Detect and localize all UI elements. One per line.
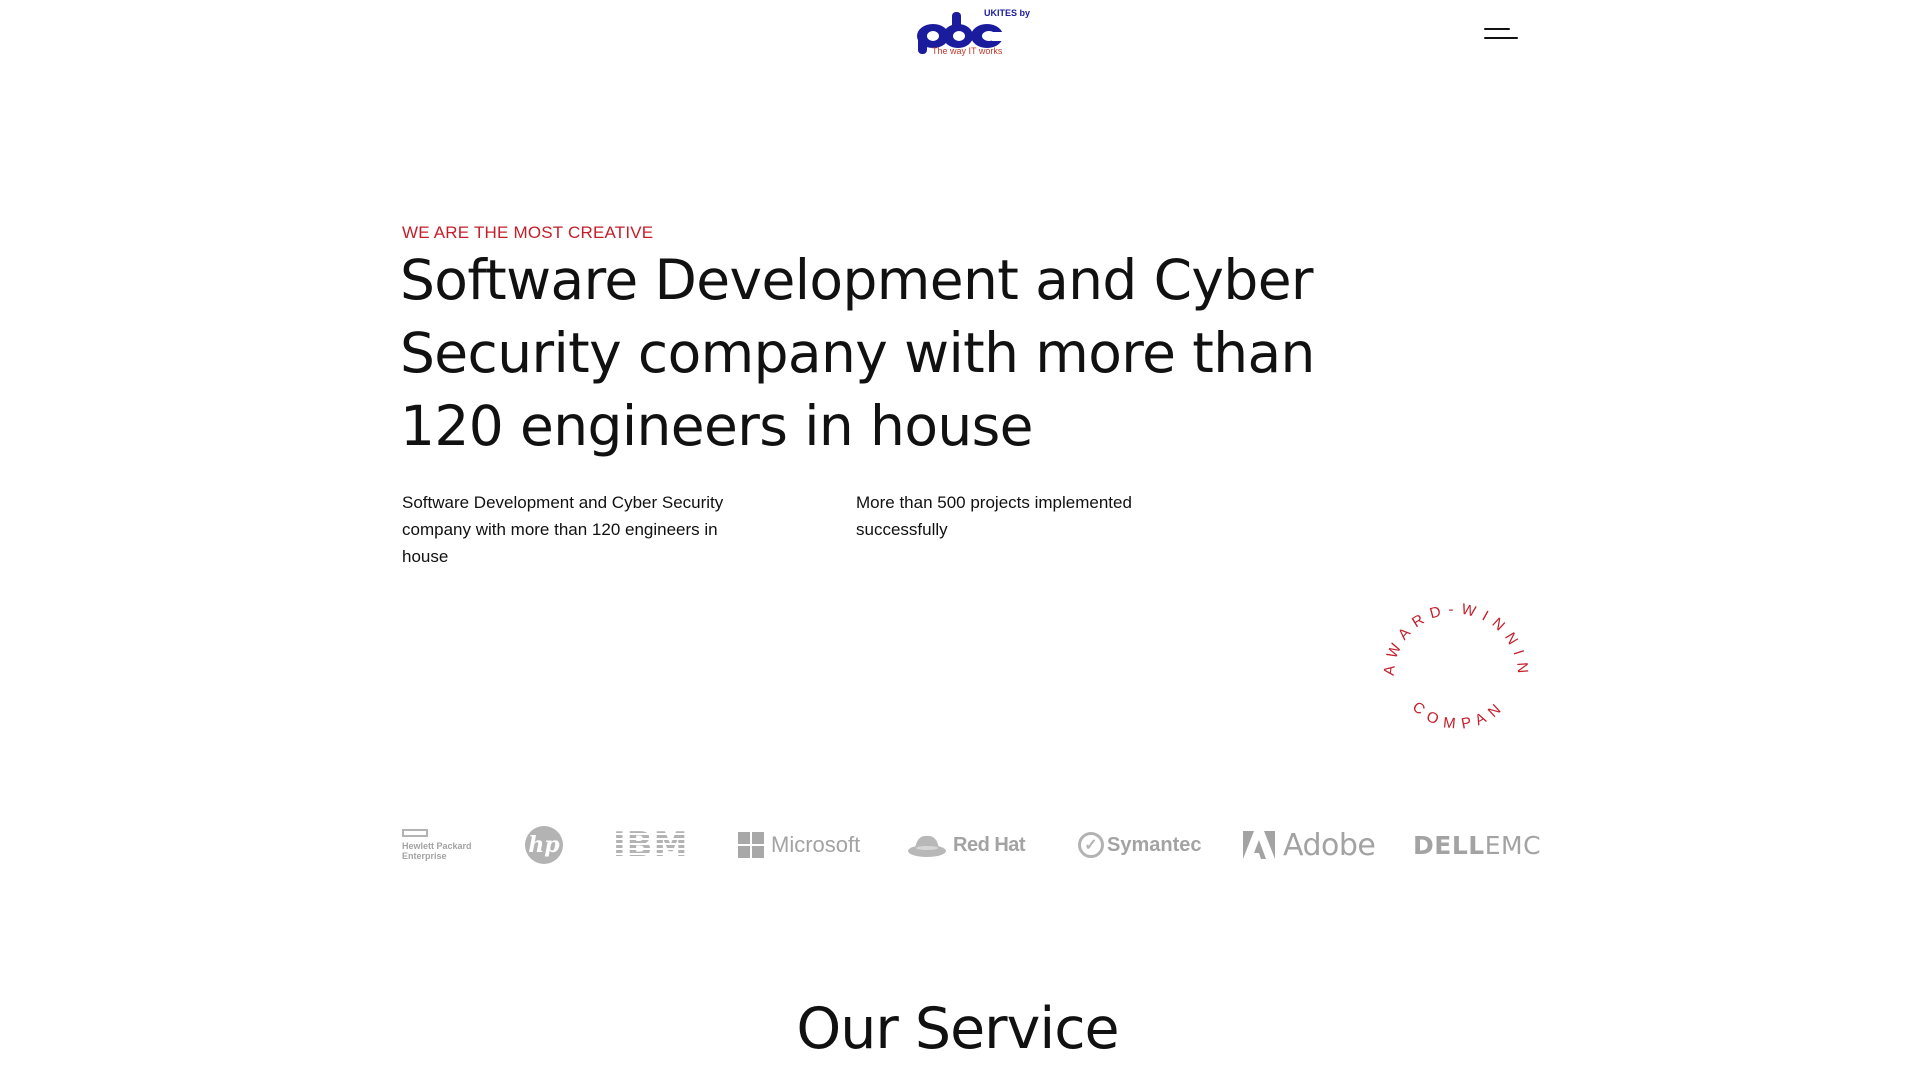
hero-eyebrow: WE ARE THE MOST CREATIVE <box>402 223 654 242</box>
check-icon: ✓ <box>1078 832 1104 858</box>
microsoft-logo: Microsoft <box>738 810 860 880</box>
hpe-bar-icon <box>402 829 428 837</box>
logo-top-text: UKITES by <box>984 8 1031 18</box>
microsoft-logo-text: Microsoft <box>771 832 861 857</box>
symantec-logo-text: Symantec <box>1107 833 1202 856</box>
ibm-stripes: IBM <box>613 825 689 865</box>
ibm-logo: IBM <box>613 810 689 880</box>
menu-bar-top <box>1484 28 1510 30</box>
hamburger-menu-icon[interactable] <box>1484 24 1522 46</box>
emc-logo-text: EMC <box>1484 830 1542 860</box>
hpe-logo-text: Hewlett Packard Enterprise <box>402 841 472 861</box>
redhat-logo-text: Red Hat <box>953 833 1026 856</box>
adobe-logo-text: Adobe <box>1283 827 1376 863</box>
adobe-mark-icon <box>1243 831 1275 859</box>
hp-logo-text: hp <box>525 826 563 864</box>
symantec-logo: ✓ Symantec <box>1078 810 1202 880</box>
ibm-logo-text: IBM <box>613 825 689 865</box>
menu-bar-bottom <box>1484 37 1518 39</box>
logo-tagline: The way IT works <box>932 46 1003 56</box>
site-logo[interactable]: UKITES by The way IT works <box>912 6 1030 60</box>
hero-headline: Software Development and Cyber Security … <box>400 248 1315 458</box>
windows-tiles-icon <box>738 832 764 858</box>
award-winning-badge: AWARD-WINNING COMPANY <box>1376 584 1536 744</box>
dell-emc-logo: DELL EMC <box>1413 810 1541 880</box>
hp-logo: hp <box>525 810 563 880</box>
client-logos-row: Hewlett Packard Enterprise hp IBM Micros… <box>0 810 1915 880</box>
dell-logo-text: DELL <box>1413 830 1485 860</box>
award-badge-top-text: AWARD-WINNING <box>1376 584 1524 681</box>
svg-text:AWARD-WINNING: AWARD-WINNING <box>1376 584 1531 681</box>
adobe-logo: Adobe <box>1243 810 1376 880</box>
services-section-title: Our Service <box>796 996 1119 1062</box>
hero-description-left: Software Development and Cyber Security … <box>402 493 724 566</box>
redhat-logo: Red Hat <box>907 810 1026 880</box>
hero-description-right: More than 500 projects implemented succe… <box>856 493 1132 539</box>
hpe-logo: Hewlett Packard Enterprise <box>402 810 482 880</box>
red-hat-icon <box>908 835 946 857</box>
